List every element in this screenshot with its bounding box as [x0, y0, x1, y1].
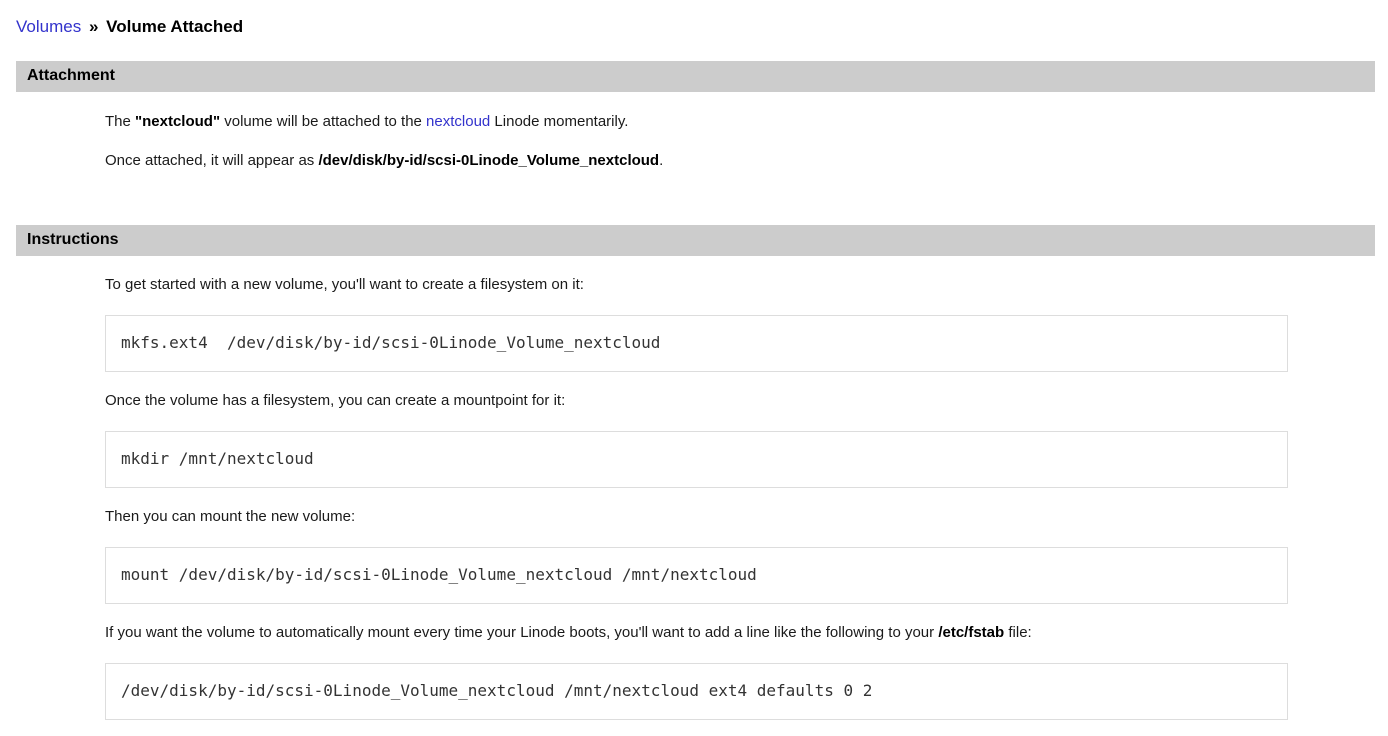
attachment-section-header: Attachment: [16, 61, 1375, 92]
step-1-text: To get started with a new volume, you'll…: [105, 276, 1288, 293]
mkdir-command: mkdir /mnt/nextcloud: [121, 449, 314, 468]
fstab-path: /etc/fstab: [938, 624, 1004, 641]
step-4-code-box: /dev/disk/by-id/scsi-0Linode_Volume_next…: [105, 663, 1288, 720]
volume-attached-page: Volumes » Volume Attached Attachment The…: [0, 0, 1388, 736]
attachment-device-text: Once attached, it will appear as /dev/di…: [105, 152, 1288, 169]
step-3-text: Then you can mount the new volume:: [105, 508, 1288, 525]
mkfs-command: mkfs.ext4 /dev/disk/by-id/scsi-0Linode_V…: [121, 333, 660, 352]
page-title: Volume Attached: [106, 17, 243, 36]
linode-link[interactable]: nextcloud: [426, 113, 490, 130]
step-4-text-suffix: file:: [1004, 624, 1032, 641]
instructions-section-body: To get started with a new volume, you'll…: [105, 276, 1288, 720]
fstab-line: /dev/disk/by-id/scsi-0Linode_Volume_next…: [121, 681, 872, 700]
attachment-intro-prefix: The: [105, 113, 135, 130]
attachment-intro-text: The "nextcloud" volume will be attached …: [105, 113, 1288, 130]
attachment-section-body: The "nextcloud" volume will be attached …: [105, 113, 1288, 169]
breadcrumb: Volumes » Volume Attached: [0, 0, 1388, 38]
step-4-text: If you want the volume to automatically …: [105, 624, 1288, 641]
mount-command: mount /dev/disk/by-id/scsi-0Linode_Volum…: [121, 565, 757, 584]
attachment-device-suffix: .: [659, 152, 663, 169]
device-path: /dev/disk/by-id/scsi-0Linode_Volume_next…: [318, 152, 659, 169]
step-3-code-box: mount /dev/disk/by-id/scsi-0Linode_Volum…: [105, 547, 1288, 604]
step-1-code-box: mkfs.ext4 /dev/disk/by-id/scsi-0Linode_V…: [105, 315, 1288, 372]
step-2-text: Once the volume has a filesystem, you ca…: [105, 392, 1288, 409]
breadcrumb-volumes-link[interactable]: Volumes: [16, 17, 81, 36]
attachment-section: Attachment The "nextcloud" volume will b…: [0, 61, 1388, 169]
breadcrumb-separator: »: [89, 17, 98, 36]
attachment-intro-middle: volume will be attached to the: [220, 113, 426, 130]
instructions-section-header: Instructions: [16, 225, 1375, 256]
instructions-section: Instructions To get started with a new v…: [0, 225, 1388, 720]
volume-name: "nextcloud": [135, 113, 220, 130]
attachment-device-prefix: Once attached, it will appear as: [105, 152, 318, 169]
attachment-intro-suffix: Linode momentarily.: [490, 113, 628, 130]
step-4-text-prefix: If you want the volume to automatically …: [105, 624, 938, 641]
step-2-code-box: mkdir /mnt/nextcloud: [105, 431, 1288, 488]
